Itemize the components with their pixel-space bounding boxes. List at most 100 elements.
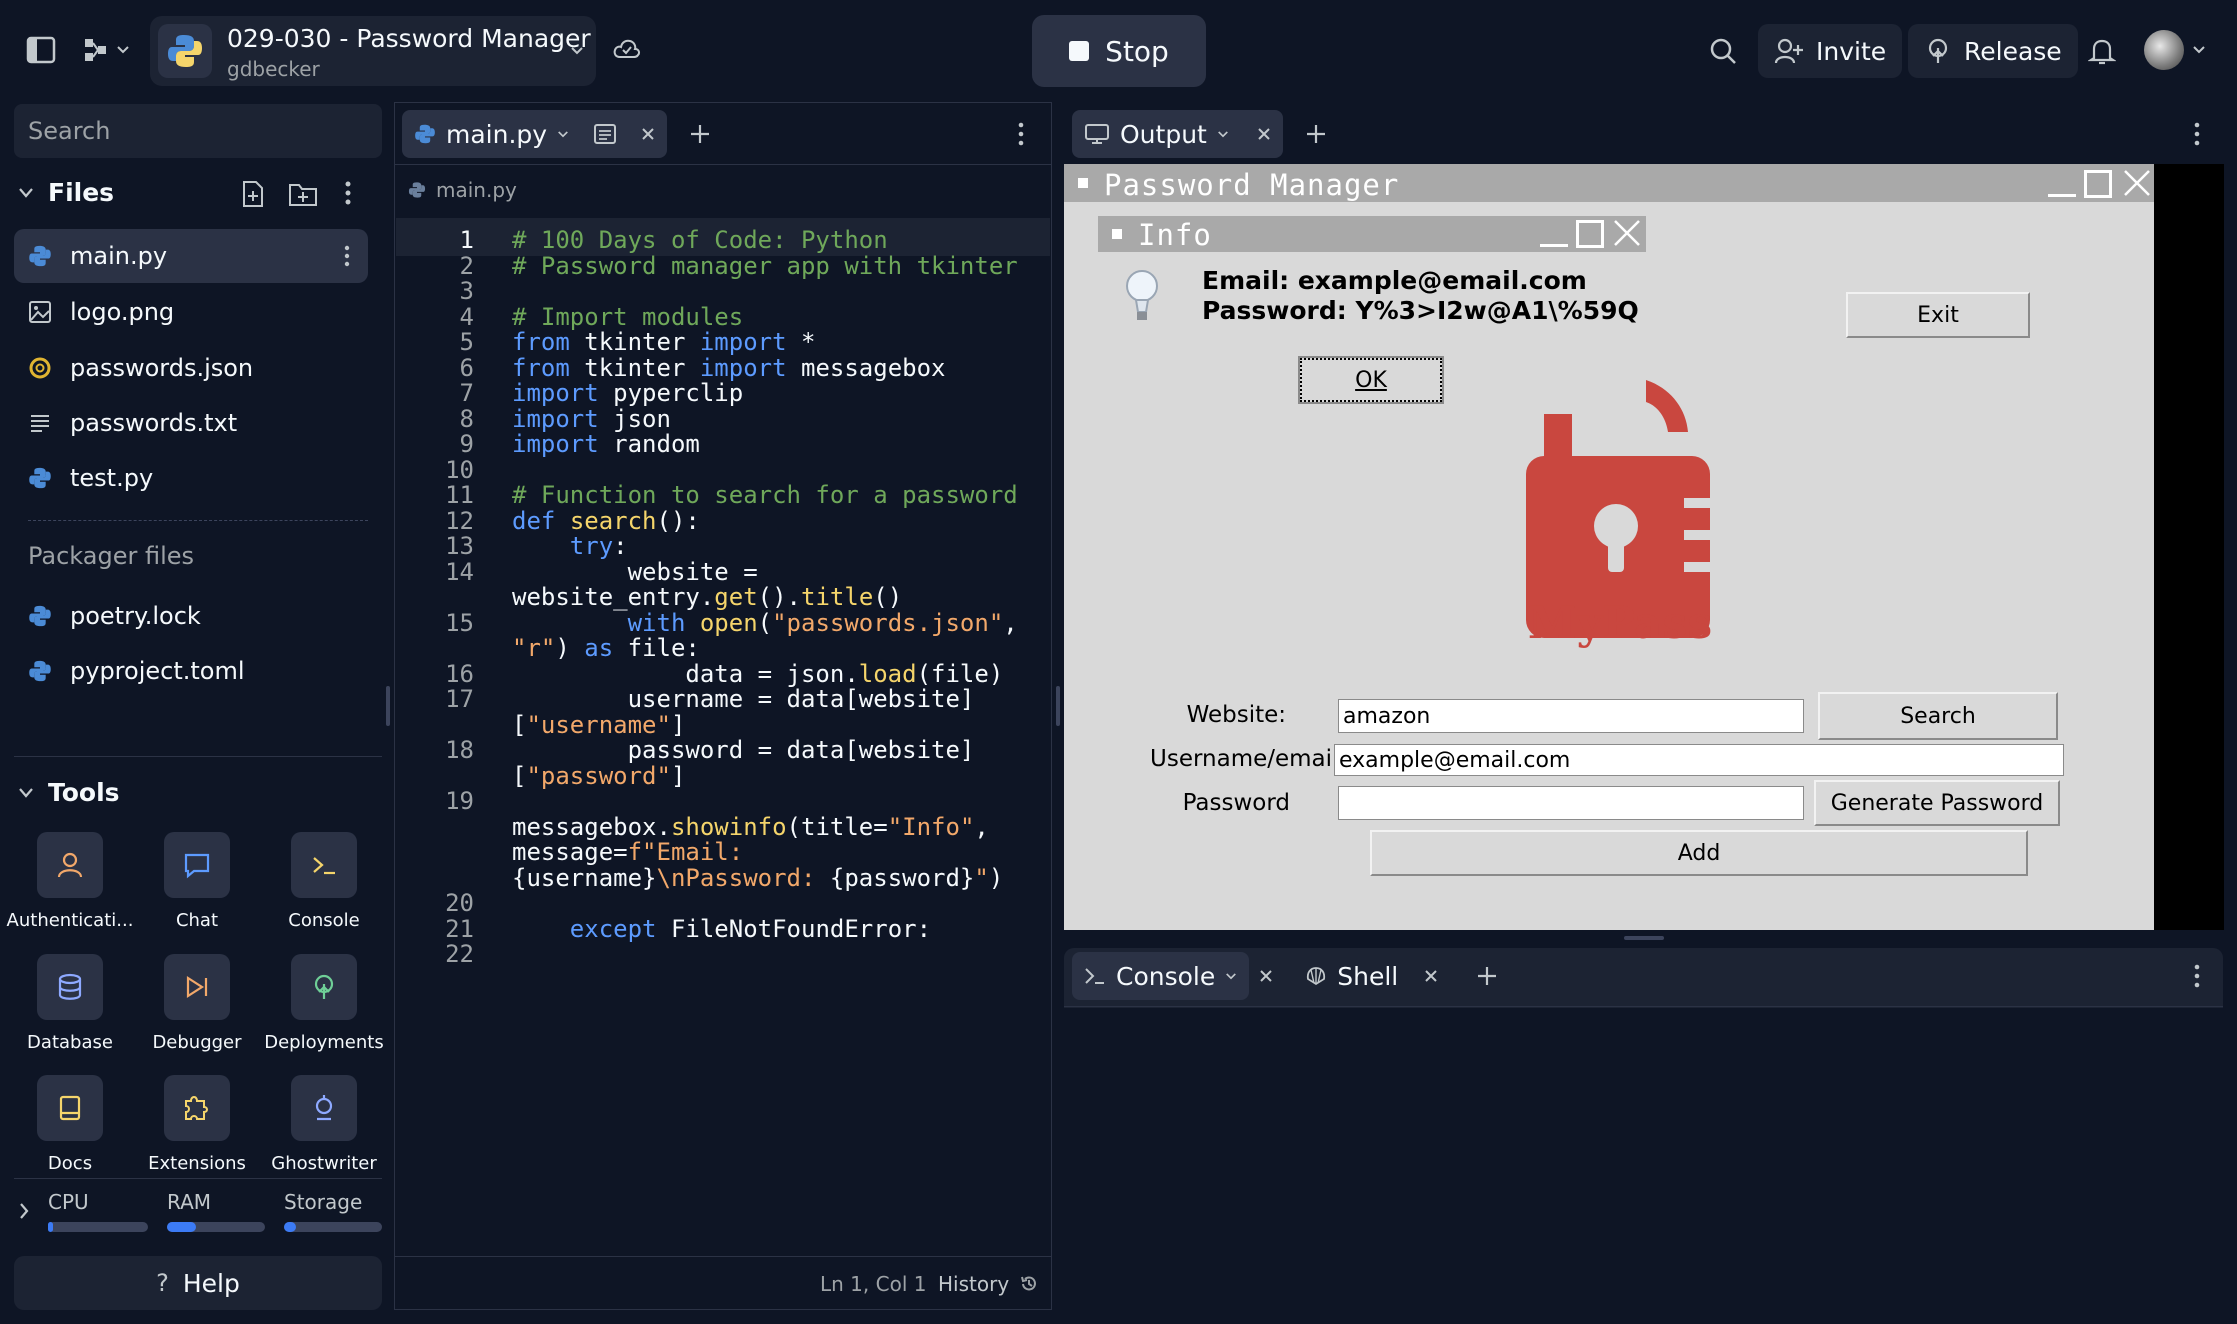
close-window-icon[interactable] bbox=[2122, 168, 2152, 198]
minimize-icon[interactable] bbox=[1540, 244, 1568, 247]
invite-label: Invite bbox=[1816, 36, 1887, 66]
cursor-position[interactable]: Ln 1, Col 1 bbox=[820, 1272, 926, 1296]
code-text: from tkinter import messagebox bbox=[512, 353, 946, 382]
editor-menu-icon[interactable] bbox=[1018, 122, 1024, 146]
add-tab-icon[interactable] bbox=[1476, 965, 1498, 987]
new-folder-icon[interactable] bbox=[288, 180, 318, 208]
search-button[interactable]: Search bbox=[1818, 692, 2058, 740]
breadcrumb[interactable]: main.py bbox=[408, 178, 517, 202]
add-tab-icon[interactable] bbox=[1305, 123, 1327, 145]
line-number: 3 bbox=[459, 277, 474, 305]
output-menu-icon[interactable] bbox=[2194, 122, 2200, 146]
tools-section-header[interactable]: Tools bbox=[18, 778, 120, 807]
exit-button[interactable]: Exit bbox=[1846, 292, 2030, 338]
file-item-poetry-lock[interactable]: poetry.lock bbox=[14, 589, 368, 643]
invite-button[interactable]: Invite bbox=[1758, 24, 1903, 78]
release-button[interactable]: Release bbox=[1908, 24, 2078, 78]
file-item-logo-png[interactable]: logo.png bbox=[14, 285, 368, 339]
project-switcher[interactable]: 029-030 - Password Manager gdbecker bbox=[150, 16, 596, 86]
tool-authentication[interactable]: Authenticati... bbox=[6, 832, 134, 931]
files-menu-icon[interactable] bbox=[344, 180, 352, 206]
console-output[interactable] bbox=[1064, 1008, 2223, 1310]
close-icon[interactable] bbox=[1259, 969, 1273, 983]
avatar-menu[interactable] bbox=[2144, 30, 2206, 70]
tool-deployments[interactable]: Deployments bbox=[260, 954, 388, 1053]
search-icon[interactable] bbox=[1708, 36, 1738, 66]
line-number: 9 bbox=[459, 430, 474, 458]
file-item-pyproject-toml[interactable]: pyproject.toml bbox=[14, 644, 368, 698]
tab-output[interactable]: Output bbox=[1072, 110, 1283, 158]
editor-resize-handle[interactable] bbox=[1056, 686, 1060, 726]
code-editor[interactable]: 1 # 100 Days of Code: Python 2 # Password m… bbox=[398, 220, 1048, 1260]
tool-ghostwriter[interactable]: Ghostwriter bbox=[260, 1075, 388, 1174]
sidebar-toggle-icon[interactable] bbox=[26, 36, 56, 64]
maximize-icon[interactable] bbox=[1576, 220, 1604, 248]
maximize-icon[interactable] bbox=[2084, 170, 2112, 198]
file-item-test-py[interactable]: test.py bbox=[14, 451, 368, 505]
user-icon bbox=[37, 832, 103, 898]
release-label: Release bbox=[1964, 36, 2062, 66]
new-file-icon[interactable] bbox=[240, 180, 266, 208]
info-dialog-title: Info bbox=[1138, 218, 1212, 252]
username-input[interactable]: example@email.com bbox=[1334, 744, 2064, 776]
code-text: website = bbox=[512, 557, 758, 586]
file-name: passwords.txt bbox=[70, 409, 238, 437]
code-text: ["password"] bbox=[512, 761, 686, 790]
stop-button[interactable]: Stop bbox=[1032, 15, 1206, 87]
tool-chat[interactable]: Chat bbox=[133, 832, 261, 931]
tool-extensions[interactable]: Extensions bbox=[133, 1075, 261, 1174]
python-icon bbox=[29, 467, 51, 489]
dialog-menu-icon[interactable] bbox=[1112, 229, 1122, 239]
console-menu-icon[interactable] bbox=[2194, 964, 2200, 988]
tab-main-py[interactable]: main.py bbox=[402, 110, 668, 158]
file-item-passwords-json[interactable]: passwords.json bbox=[14, 341, 368, 395]
close-dialog-icon[interactable] bbox=[1612, 218, 1642, 248]
code-text: with open("passwords.json", bbox=[627, 608, 1018, 637]
window-menu-icon[interactable] bbox=[1078, 178, 1088, 188]
line-number: 21 bbox=[445, 914, 474, 943]
help-button[interactable]: ? Help bbox=[14, 1256, 382, 1310]
terminal-icon bbox=[1085, 968, 1104, 984]
tool-console[interactable]: Console bbox=[260, 832, 388, 931]
sidebar-resize-handle[interactable] bbox=[386, 686, 390, 726]
output-resize-handle[interactable] bbox=[1624, 936, 1664, 940]
tab-shell[interactable]: Shell bbox=[1293, 952, 1450, 1000]
add-button[interactable]: Add bbox=[1370, 830, 2028, 876]
files-section-header[interactable]: Files bbox=[18, 178, 114, 207]
minimize-icon[interactable] bbox=[2048, 194, 2076, 197]
history-button[interactable]: History bbox=[938, 1272, 1039, 1296]
ok-button[interactable]: OK bbox=[1298, 356, 1444, 404]
tool-database[interactable]: Database bbox=[6, 954, 134, 1053]
file-item-passwords-txt[interactable]: passwords.txt bbox=[14, 396, 368, 450]
line-number: 18 bbox=[445, 736, 474, 764]
website-input[interactable]: amazon bbox=[1338, 699, 1804, 733]
tool-label: Deployments bbox=[264, 1032, 384, 1053]
file-item-main-py[interactable]: main.py bbox=[14, 229, 368, 283]
cloud-sync-icon[interactable] bbox=[612, 36, 642, 62]
project-title: 029-030 - Password Manager bbox=[227, 24, 591, 53]
bell-icon[interactable] bbox=[2088, 36, 2116, 66]
file-name: poetry.lock bbox=[70, 602, 201, 630]
tab-console[interactable]: Console bbox=[1072, 952, 1250, 1000]
ghostwriter-icon bbox=[291, 1075, 357, 1141]
image-icon bbox=[29, 301, 51, 323]
add-tab-icon[interactable] bbox=[689, 123, 711, 145]
python-icon bbox=[158, 24, 212, 78]
ram-label: RAM bbox=[167, 1190, 212, 1214]
vnc-black-area bbox=[2154, 164, 2224, 930]
file-search-input[interactable]: Search bbox=[14, 104, 382, 158]
website-label: Website: bbox=[1186, 702, 1286, 728]
chevron-right-icon[interactable] bbox=[18, 1202, 30, 1220]
workspace-menu-button[interactable] bbox=[82, 36, 130, 64]
password-input[interactable] bbox=[1338, 786, 1804, 820]
chevron-down-icon bbox=[19, 187, 33, 198]
code-text: # Import modules bbox=[512, 302, 744, 331]
tool-docs[interactable]: Docs bbox=[6, 1075, 134, 1174]
mypass-logo-text: MyPass bbox=[1527, 598, 1713, 649]
line-number: 4 bbox=[459, 302, 474, 331]
tool-debugger[interactable]: Debugger bbox=[133, 954, 261, 1053]
generate-password-button[interactable]: Generate Password bbox=[1814, 780, 2060, 826]
code-text: # Password manager app with tkinter bbox=[512, 251, 1018, 280]
section-divider bbox=[28, 520, 368, 521]
line-number: 8 bbox=[459, 404, 474, 433]
